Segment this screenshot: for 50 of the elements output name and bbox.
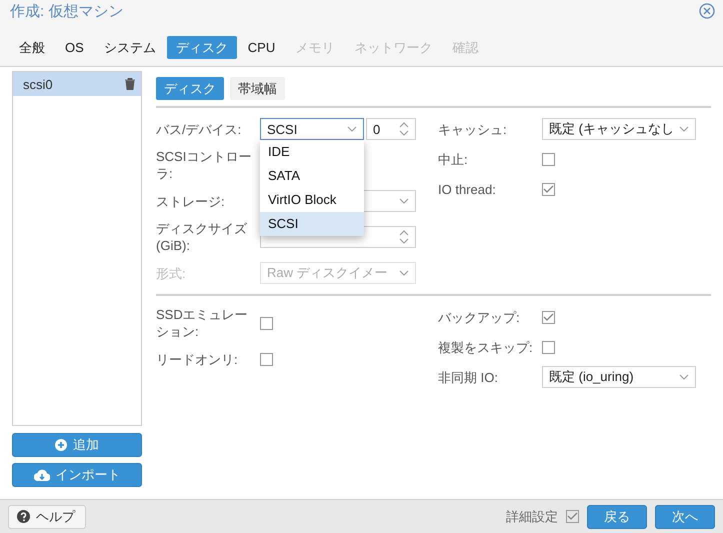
field-label: リードオンリ: [156,350,239,368]
field-label: バス/デバイス: [156,120,242,138]
chevron-down-icon [399,198,409,204]
select-field[interactable]: 既定 (キャッシュなし [542,118,696,140]
help-button[interactable]: ヘルプ [8,504,86,528]
field-label: 中止: [438,150,469,168]
dropdown-option[interactable]: IDE [260,140,364,164]
checkbox[interactable] [542,340,555,354]
tab[interactable]: OS [56,36,93,59]
field-label: バックアップ: [438,308,521,326]
dropdown-option[interactable]: SATA [260,164,364,188]
field-label: SCSIコントローラ: [156,148,252,182]
chevron-down-icon [679,374,689,380]
close-icon[interactable] [699,3,715,19]
disk-name: scsi0 [23,76,53,92]
field-label: 形式: [156,264,187,282]
checkbox[interactable] [260,316,273,330]
window-title: 作成: 仮想マシン [10,2,124,20]
question-circle-icon [17,510,30,523]
tab[interactable]: 帯域幅 [230,77,285,100]
field-label: キャッシュ: [438,120,508,138]
checkbox[interactable] [542,182,555,196]
plus-circle-icon [55,439,67,451]
spinner-icon[interactable] [399,229,409,245]
checkbox[interactable] [542,152,555,166]
chevron-down-icon [347,126,357,132]
tab[interactable]: CPU [238,36,284,59]
spinner-icon[interactable] [399,121,409,137]
tab[interactable]: システム [94,36,165,59]
trash-icon[interactable] [125,78,135,90]
cloud-download-icon [34,469,50,481]
chevron-down-icon [399,270,409,276]
select-field[interactable]: SCSI [260,118,364,140]
select-field[interactable]: 既定 (io_uring) [542,366,696,388]
field-label: SSDエミュレーション: [156,306,249,340]
field-label: 非同期 IO: [438,368,499,386]
disk-list-item[interactable]: scsi0 [13,72,141,96]
advanced-label: 詳細設定 [506,508,558,526]
checkbox[interactable] [566,510,579,523]
tab[interactable]: 全般 [10,36,54,59]
number-field[interactable]: 0 [366,118,416,140]
checkbox[interactable] [542,310,555,324]
field-label: ディスクサイズ (GiB): [156,220,248,254]
chevron-down-icon [679,126,689,132]
field-label: IO thread: [438,180,497,198]
dropdown-option[interactable]: SCSI [260,212,364,236]
dropdown-option[interactable]: VirtIO Block [260,188,364,212]
field-label: ストレージ: [156,192,226,210]
checkbox[interactable] [260,352,273,366]
field-label: 複製をスキップ: [438,338,534,356]
